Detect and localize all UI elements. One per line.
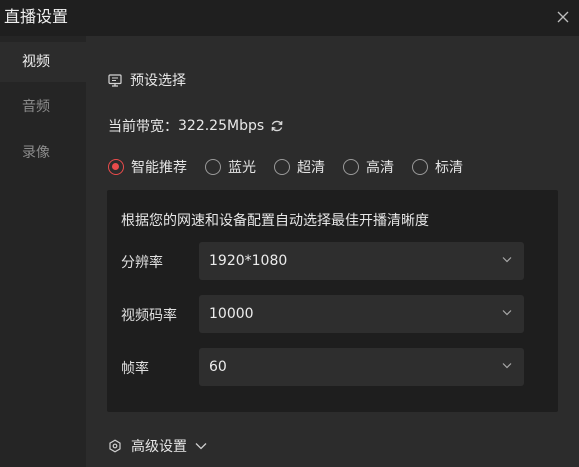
bitrate-label: 视频码率 xyxy=(121,308,177,324)
sidebar: 视频 音频 录像 xyxy=(0,36,86,467)
chevron-down-icon xyxy=(195,442,207,450)
monitor-icon xyxy=(108,73,122,87)
advanced-settings-label: 高级设置 xyxy=(131,439,187,455)
sidebar-item-video[interactable]: 视频 xyxy=(0,42,86,82)
radio-hd[interactable]: 高清 xyxy=(343,157,394,177)
radio-label: 蓝光 xyxy=(228,160,256,176)
preset-heading-text: 预设选择 xyxy=(130,73,186,89)
sidebar-item-recording[interactable]: 录像 xyxy=(0,133,86,173)
resolution-value: 1920*1080 xyxy=(209,253,288,269)
radio-super-hd[interactable]: 超清 xyxy=(274,157,325,177)
chevron-down-icon xyxy=(502,309,512,316)
framerate-select[interactable]: 60 xyxy=(199,348,524,386)
radio-sd[interactable]: 标清 xyxy=(412,157,463,177)
content-area: 预设选择 当前带宽： 322.25Mbps 智能推荐 蓝光 超清 高清 标清 根… xyxy=(86,36,579,467)
radio-label: 超清 xyxy=(297,160,325,176)
radio-smart-recommend[interactable]: 智能推荐 xyxy=(108,157,187,177)
close-icon xyxy=(557,11,569,23)
gear-icon xyxy=(108,439,122,453)
panel-description: 根据您的网速和设备配置自动选择最佳开播清晰度 xyxy=(121,213,429,229)
radio-indicator xyxy=(108,159,124,175)
sidebar-item-audio[interactable]: 音频 xyxy=(0,87,86,127)
title-bar: 直播设置 xyxy=(0,0,579,36)
bitrate-value: 10000 xyxy=(209,306,254,322)
bandwidth-value: 322.25Mbps xyxy=(178,118,265,134)
radio-indicator xyxy=(412,159,428,175)
radio-indicator xyxy=(343,159,359,175)
close-button[interactable] xyxy=(551,5,575,29)
advanced-settings-toggle[interactable]: 高级设置 xyxy=(108,435,207,457)
sidebar-item-label: 音频 xyxy=(22,99,50,115)
chevron-down-icon xyxy=(502,256,512,263)
sidebar-item-label: 录像 xyxy=(22,145,50,161)
window-title: 直播设置 xyxy=(4,7,69,26)
preset-section-heading: 预设选择 xyxy=(108,70,186,90)
radio-label: 标清 xyxy=(435,160,463,176)
refresh-button[interactable] xyxy=(270,119,284,133)
radio-indicator xyxy=(205,159,221,175)
live-settings-window: 直播设置 视频 音频 录像 预设选择 当前带宽： 322.25Mbps 智能推荐… xyxy=(0,0,579,467)
radio-indicator xyxy=(274,159,290,175)
sidebar-item-label: 视频 xyxy=(22,54,50,70)
bitrate-select[interactable]: 10000 xyxy=(199,295,524,333)
smart-recommend-panel: 根据您的网速和设备配置自动选择最佳开播清晰度 分辨率 1920*1080 视频码… xyxy=(107,190,558,412)
resolution-select[interactable]: 1920*1080 xyxy=(199,242,524,280)
bandwidth-label: 当前带宽： xyxy=(108,119,178,135)
quality-preset-radio-group: 智能推荐 蓝光 超清 高清 标清 xyxy=(108,157,481,177)
radio-bluray[interactable]: 蓝光 xyxy=(205,157,256,177)
framerate-value: 60 xyxy=(209,359,227,375)
radio-label: 高清 xyxy=(366,160,394,176)
framerate-label: 帧率 xyxy=(121,361,149,377)
radio-label: 智能推荐 xyxy=(131,160,187,176)
bandwidth-readout: 当前带宽： 322.25Mbps xyxy=(108,116,284,136)
resolution-label: 分辨率 xyxy=(121,255,163,271)
chevron-down-icon xyxy=(502,362,512,369)
refresh-icon xyxy=(271,120,283,132)
